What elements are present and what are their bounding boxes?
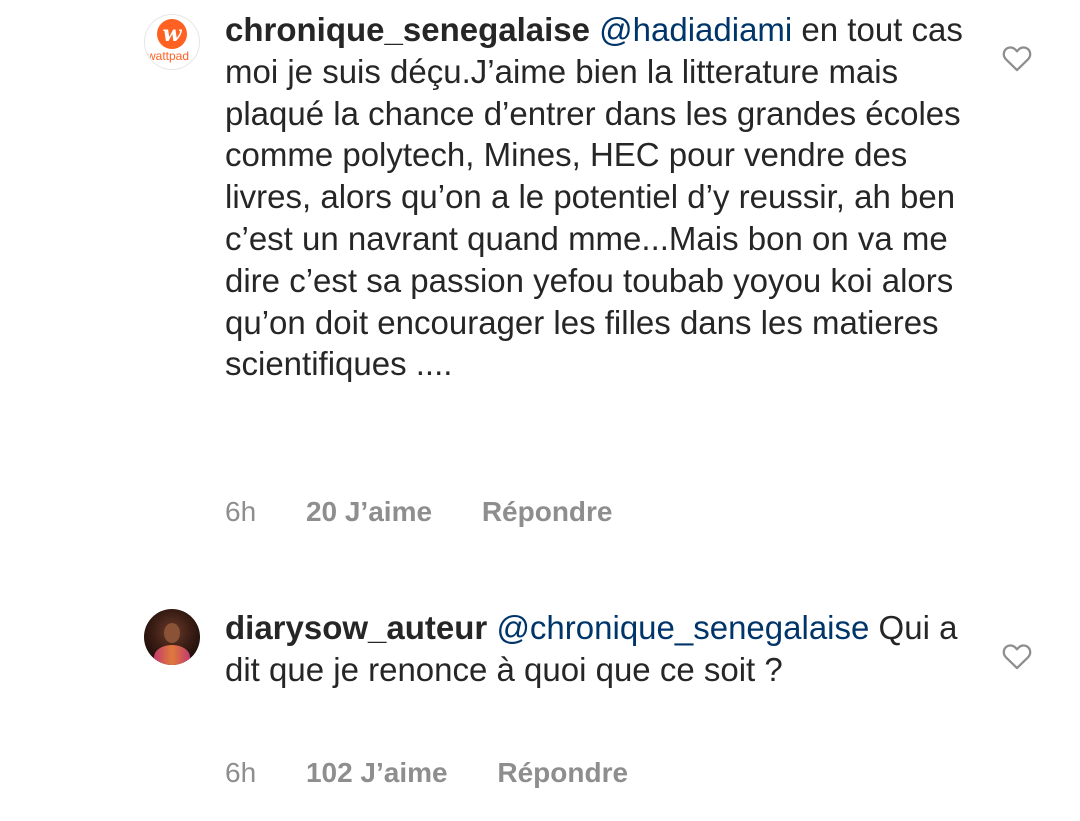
comment-mention[interactable]: @chronique_senegalaise <box>496 609 869 646</box>
comment-timestamp: 6h <box>225 496 257 527</box>
comment-mention[interactable]: @hadiadiami <box>599 11 792 48</box>
comment-meta: 6h 20 J’aime Répondre <box>225 495 613 529</box>
user-photo-icon <box>164 623 180 643</box>
comment-body: diarysow_auteur @chronique_senegalaise Q… <box>225 607 965 691</box>
comment-timestamp: 6h <box>225 757 257 788</box>
avatar-brand-label: wattpad <box>147 49 190 63</box>
comment-likes-count[interactable]: 20 J’aime <box>306 496 432 527</box>
reply-button[interactable]: Répondre <box>497 757 628 788</box>
avatar[interactable] <box>144 609 200 665</box>
comment-text: en tout cas moi je suis déçu.J’aime bien… <box>225 11 963 383</box>
avatar[interactable]: w wattpad <box>144 14 200 70</box>
wattpad-logo-icon: w <box>157 19 187 49</box>
comment-body: chronique_senegalaise @hadiadiami en tou… <box>225 9 965 385</box>
comment-username[interactable]: diarysow_auteur <box>225 609 487 646</box>
avatar-photo-detail <box>154 645 190 665</box>
heart-outline-icon[interactable] <box>1000 639 1034 673</box>
comment-meta: 6h 102 J’aime Répondre <box>225 756 628 790</box>
comment-username[interactable]: chronique_senegalaise <box>225 11 590 48</box>
reply-button[interactable]: Répondre <box>482 496 613 527</box>
heart-outline-icon[interactable] <box>1000 41 1034 75</box>
comment-likes-count[interactable]: 102 J’aime <box>306 757 448 788</box>
